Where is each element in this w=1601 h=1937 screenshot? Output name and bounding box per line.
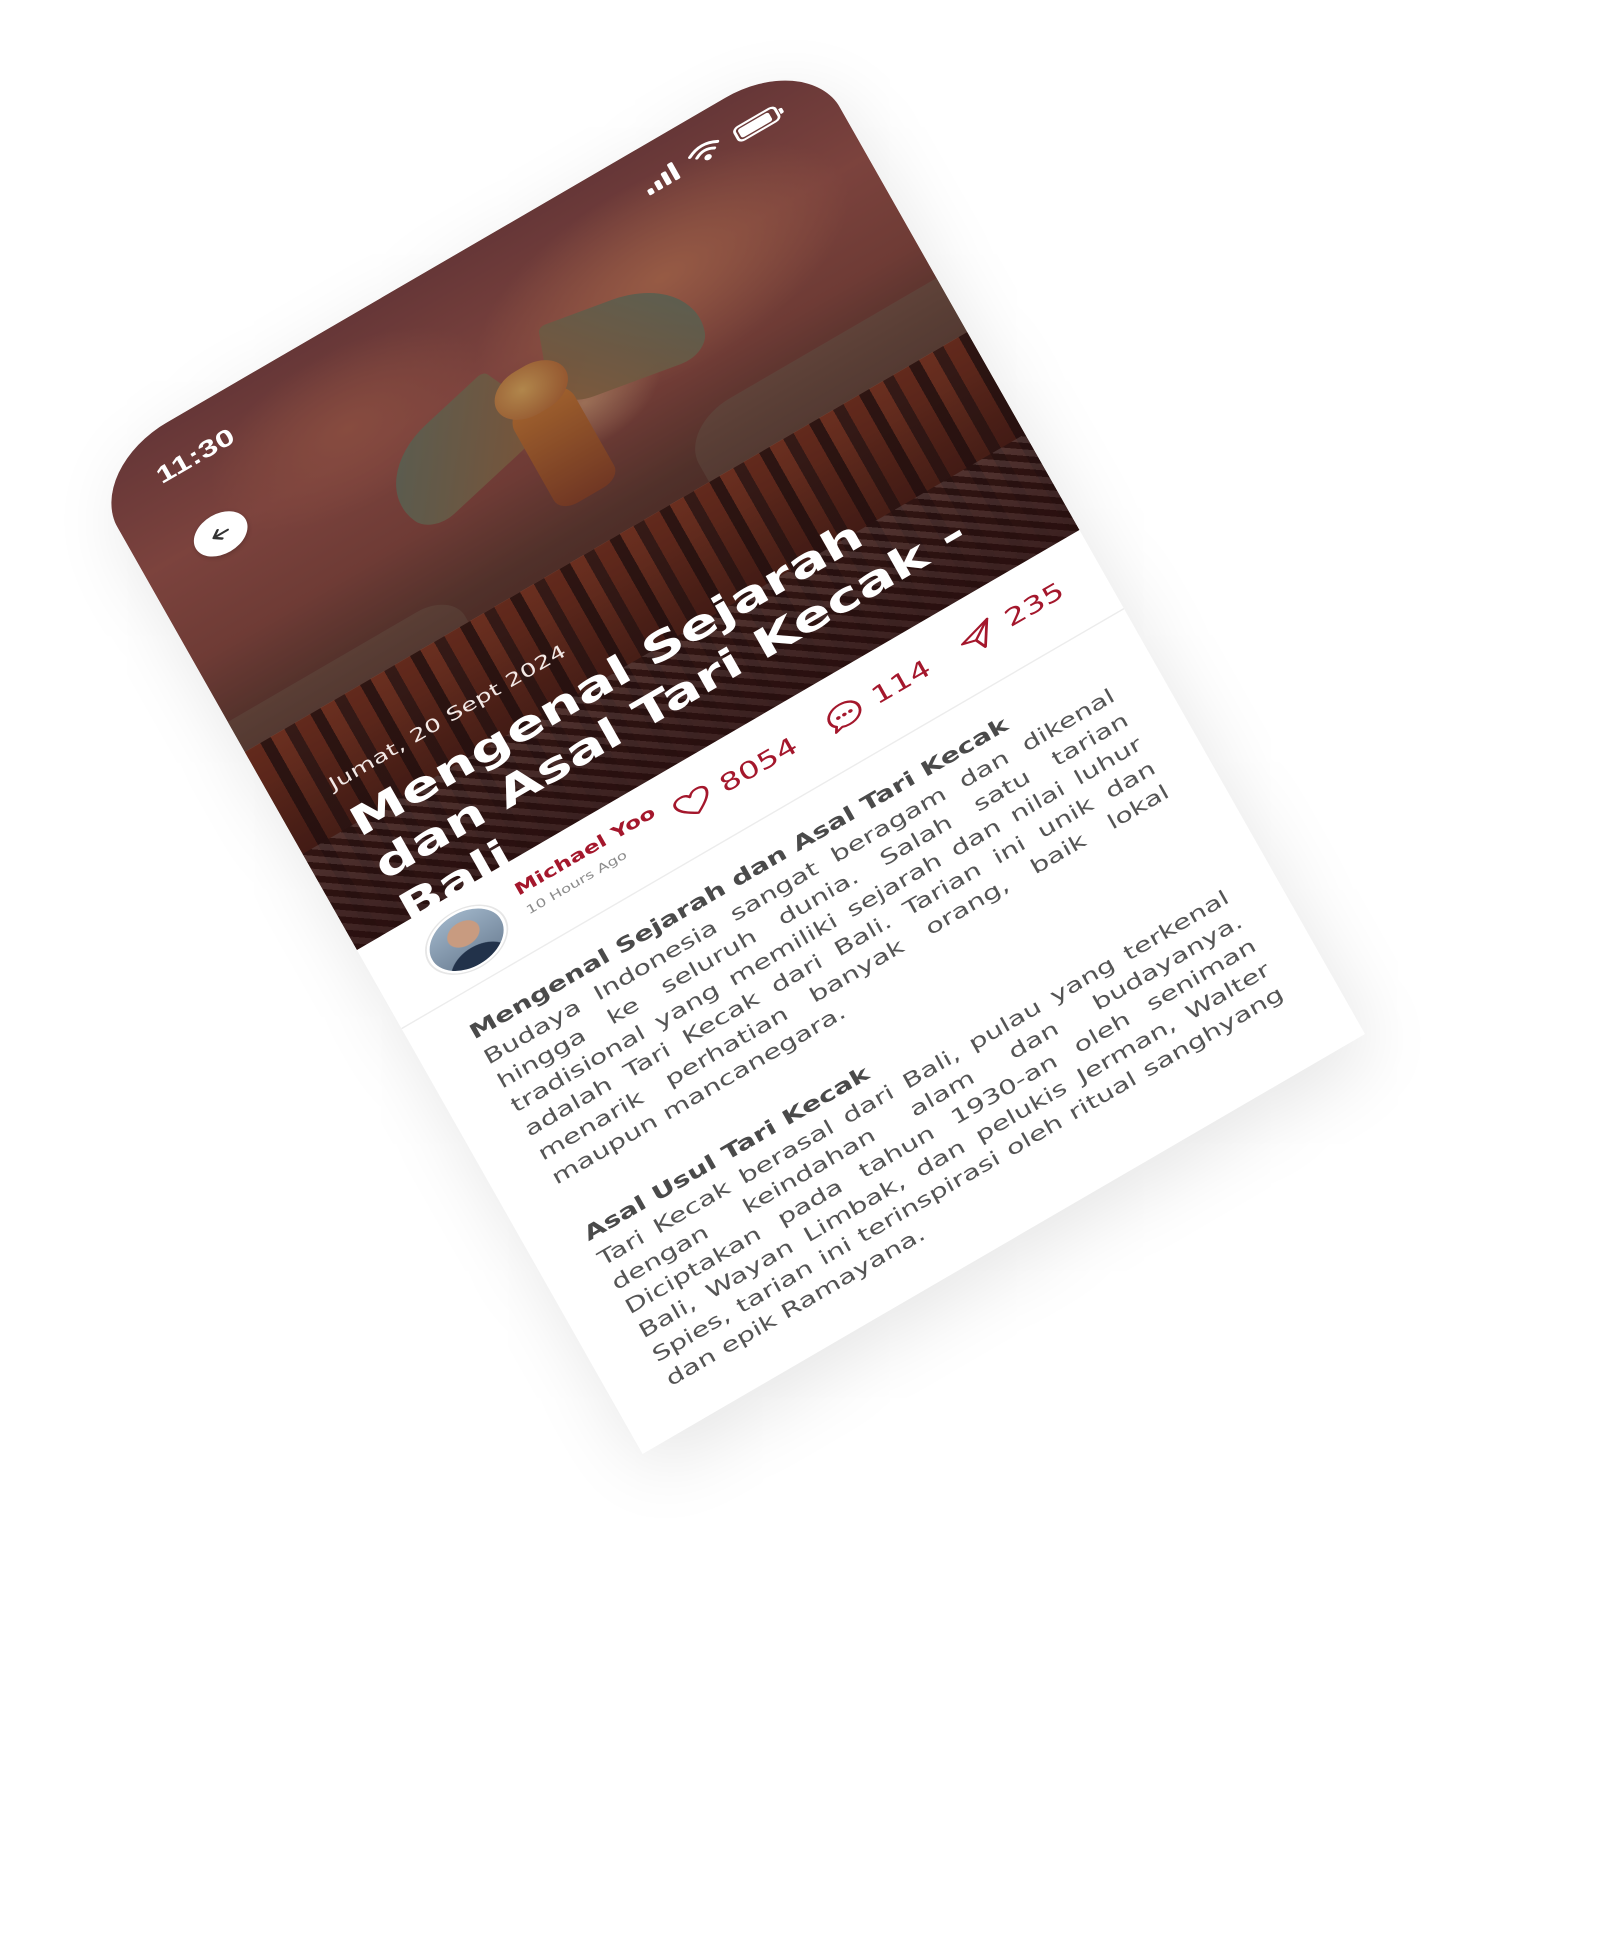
arrow-left-icon [212, 528, 229, 540]
heart-icon [672, 786, 709, 815]
wifi-icon [688, 139, 720, 161]
comment-count: 114 [866, 654, 936, 711]
stage: 11:30 Jumat, 20 Sept 2024 Mengenal Sejar… [0, 0, 1601, 1937]
share-count: 235 [999, 576, 1070, 634]
battery-icon [731, 104, 783, 144]
phone-mockup: 11:30 Jumat, 20 Sept 2024 Mengenal Sejar… [85, 50, 1365, 1454]
battery-level [737, 111, 773, 139]
send-icon [961, 617, 989, 648]
author-avatar[interactable] [415, 892, 519, 987]
comment-icon [827, 700, 862, 734]
cellular-signal-icon [640, 161, 681, 196]
like-count: 8054 [714, 731, 803, 799]
